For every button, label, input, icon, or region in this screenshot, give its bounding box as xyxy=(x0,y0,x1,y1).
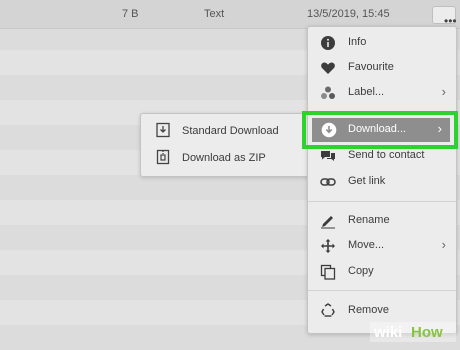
info-icon xyxy=(320,35,336,51)
heart-icon xyxy=(320,60,336,76)
menu-item-info[interactable]: Info xyxy=(308,31,456,55)
menu-item-get-link[interactable]: Get link xyxy=(308,170,456,194)
file-context-menu: Info Favourite Label... › Send to contac… xyxy=(307,26,457,334)
download-submenu: Standard Download Download as ZIP xyxy=(140,113,310,177)
pencil-icon xyxy=(320,213,336,229)
menu-item-rename[interactable]: Rename xyxy=(308,209,456,233)
menu-divider xyxy=(308,290,456,291)
zip-icon xyxy=(155,149,171,165)
standard-download-item[interactable]: Standard Download xyxy=(141,118,309,144)
menu-item-favourite[interactable]: Favourite xyxy=(308,56,456,80)
watermark-how: How xyxy=(411,324,443,341)
file-size: 7 B xyxy=(122,8,139,20)
file-row[interactable]: 7 B Text 13/5/2019, 15:45 ••• xyxy=(0,0,460,29)
file-date: 13/5/2019, 15:45 xyxy=(307,8,390,20)
label-label: Label... xyxy=(348,86,385,98)
download-box-icon xyxy=(155,122,171,138)
copy-label: Copy xyxy=(348,265,374,277)
more-actions-button[interactable]: ••• xyxy=(432,6,457,27)
download-zip-item[interactable]: Download as ZIP xyxy=(141,145,309,171)
menu-item-move[interactable]: Move... › xyxy=(308,234,456,258)
move-arrows-icon xyxy=(320,238,336,254)
menu-divider xyxy=(308,201,456,202)
recycle-icon xyxy=(320,303,336,319)
download-highlight-box xyxy=(302,111,458,149)
copy-icon xyxy=(320,264,336,280)
wikihow-watermark: wiki How xyxy=(370,322,456,342)
info-label: Info xyxy=(348,36,367,48)
favourite-label: Favourite xyxy=(348,61,394,73)
remove-label: Remove xyxy=(348,304,389,316)
get-link-label: Get link xyxy=(348,175,386,187)
label-dots-icon xyxy=(320,85,336,101)
chevron-right-icon: › xyxy=(441,237,446,252)
menu-item-label[interactable]: Label... › xyxy=(308,81,456,105)
link-icon xyxy=(320,174,336,190)
download-zip-label: Download as ZIP xyxy=(182,152,266,164)
menu-item-remove[interactable]: Remove xyxy=(308,299,456,323)
send-to-contact-label: Send to contact xyxy=(348,149,425,161)
watermark-wiki: wiki xyxy=(374,324,403,341)
rename-label: Rename xyxy=(348,214,390,226)
move-label: Move... xyxy=(348,239,385,251)
standard-download-label: Standard Download xyxy=(182,125,279,137)
contact-bubble-icon xyxy=(320,148,336,164)
menu-item-copy[interactable]: Copy xyxy=(308,260,456,284)
chevron-right-icon: › xyxy=(441,84,446,99)
file-type: Text xyxy=(204,8,225,20)
